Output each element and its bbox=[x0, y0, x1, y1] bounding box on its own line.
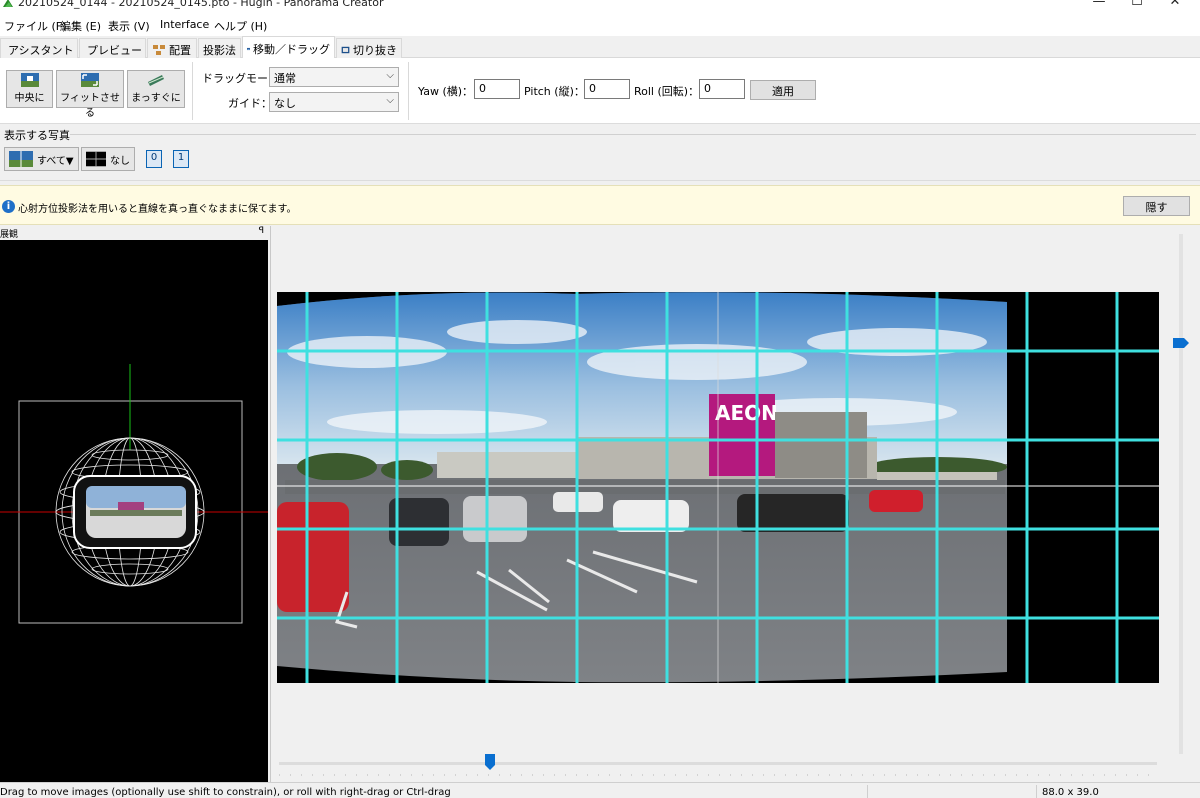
pin-icon[interactable]: ꟼ bbox=[259, 226, 264, 236]
preview-panel: AEON bbox=[270, 226, 1200, 782]
menu-edit[interactable]: 編集 (E) bbox=[60, 18, 101, 34]
image-toggle-1[interactable]: 1 bbox=[173, 150, 189, 168]
show-none-label: なし bbox=[110, 155, 130, 167]
status-separator bbox=[867, 785, 868, 798]
status-dimensions: 88.0 x 39.0 bbox=[1042, 787, 1099, 798]
roll-label: Roll (回転)： bbox=[634, 85, 700, 98]
tab-move-drag-label: 移動／ドラッグ bbox=[253, 43, 330, 56]
panorama-image: AEON bbox=[277, 292, 1159, 683]
horizontal-fov-slider-thumb[interactable] bbox=[484, 754, 495, 770]
pitch-label: Pitch (縦)： bbox=[524, 85, 585, 98]
toolbar-separator bbox=[408, 62, 409, 120]
guide-value: なし bbox=[274, 97, 296, 110]
tab-layout[interactable]: 配置 bbox=[147, 38, 197, 58]
center-icon bbox=[20, 73, 39, 87]
straighten-icon bbox=[148, 75, 164, 86]
fit-icon bbox=[81, 73, 99, 87]
overview-title: 展観 bbox=[0, 230, 19, 240]
drag-mode-select[interactable]: 通常 ⌵ bbox=[269, 67, 399, 87]
guide-label: ガイド： bbox=[228, 97, 272, 110]
info-message: 心射方位投影法を用いると直線を真っ直ぐなままに保てます。 bbox=[18, 204, 297, 215]
fit-button-label: フィットさせる bbox=[60, 93, 120, 119]
horizontal-fov-slider-track[interactable] bbox=[279, 762, 1157, 765]
yaw-input[interactable]: 0 bbox=[474, 79, 520, 99]
tab-crop[interactable]: 切り抜き bbox=[336, 38, 402, 58]
tab-assistant[interactable]: アシスタント bbox=[0, 38, 78, 58]
hide-button[interactable]: 隠す bbox=[1123, 196, 1190, 216]
menu-view[interactable]: 表示 (V) bbox=[108, 18, 150, 34]
image-toggle-0[interactable]: 0 bbox=[146, 150, 162, 168]
overview-header: 展観 ꟼ bbox=[0, 226, 268, 240]
toolbar-separator bbox=[192, 62, 193, 120]
yaw-label: Yaw (横)： bbox=[418, 85, 474, 98]
panorama-canvas[interactable]: AEON bbox=[277, 292, 1159, 683]
straighten-button[interactable]: まっすぐに bbox=[127, 70, 185, 108]
drag-mode-value: 通常 bbox=[274, 72, 296, 85]
window-title: 20210524_0144 - 20210524_0145.pto - Hugi… bbox=[18, 0, 384, 9]
tab-layout-label: 配置 bbox=[169, 43, 191, 57]
title-bar: 20210524_0144 - 20210524_0145.pto - Hugi… bbox=[0, 0, 1200, 14]
guide-select[interactable]: なし ⌵ bbox=[269, 92, 399, 112]
menu-file[interactable]: ファイル (F) bbox=[4, 18, 66, 34]
status-message: Drag to move images (optionally use shif… bbox=[0, 787, 451, 798]
layout-icon bbox=[153, 44, 165, 55]
menu-bar: ファイル (F) 編集 (E) 表示 (V) Interface ヘルプ (H) bbox=[0, 14, 1200, 36]
tab-move-drag[interactable]: 移動／ドラッグ bbox=[242, 36, 335, 59]
slider-ticks bbox=[279, 774, 1157, 776]
center-button[interactable]: 中央に bbox=[6, 70, 53, 108]
apply-button[interactable]: 適用 bbox=[750, 80, 816, 100]
move-drag-toolbar: 中央に フィットさせる まっすぐに ドラッグモード： 通常 ⌵ ガイド： なし … bbox=[0, 58, 1200, 124]
pitch-input[interactable]: 0 bbox=[584, 79, 630, 99]
tab-assistant-label: アシスタント bbox=[8, 43, 74, 57]
show-all-button[interactable]: すべて▼ bbox=[4, 147, 79, 171]
shown-photos-label: 表示する写真 bbox=[4, 129, 70, 142]
show-none-icon bbox=[86, 151, 106, 167]
move-drag-icon bbox=[247, 47, 250, 51]
tab-preview[interactable]: プレビュー bbox=[79, 38, 146, 58]
status-separator bbox=[1036, 785, 1037, 798]
tab-strip: アシスタント プレビュー 配置 投影法 移動／ドラッグ 切り抜き bbox=[0, 36, 1200, 59]
vertical-fov-slider-thumb[interactable] bbox=[1173, 338, 1189, 348]
overview-pane: 展観 ꟼ bbox=[0, 226, 268, 782]
aeon-sign: AEON bbox=[715, 401, 778, 425]
overview-sphere-view[interactable] bbox=[0, 240, 268, 782]
tab-projection[interactable]: 投影法 bbox=[198, 38, 241, 58]
crop-icon bbox=[341, 46, 350, 53]
shown-photos-panel: 表示する写真 すべて▼ なし 0 1 bbox=[0, 124, 1200, 181]
status-bar: Drag to move images (optionally use shif… bbox=[0, 782, 1200, 798]
hugin-app-icon bbox=[3, 0, 13, 7]
center-button-label: 中央に bbox=[14, 93, 45, 104]
vertical-fov-slider-track[interactable] bbox=[1179, 234, 1183, 754]
show-all-icon bbox=[9, 151, 33, 167]
show-all-label: すべて▼ bbox=[37, 155, 74, 167]
tab-projection-label: 投影法 bbox=[203, 43, 236, 57]
roll-input[interactable]: 0 bbox=[699, 79, 745, 99]
menu-interface[interactable]: Interface bbox=[160, 18, 209, 31]
menu-help[interactable]: ヘルプ (H) bbox=[214, 18, 267, 34]
chevron-down-icon: ⌵ bbox=[386, 95, 394, 106]
show-none-button[interactable]: なし bbox=[81, 147, 135, 171]
chevron-down-icon: ⌵ bbox=[386, 70, 394, 81]
info-icon: i bbox=[2, 200, 15, 213]
straighten-button-label: まっすぐに bbox=[131, 93, 181, 104]
info-bar: i 心射方位投影法を用いると直線を真っ直ぐなままに保てます。 隠す bbox=[0, 185, 1200, 225]
section-divider bbox=[70, 134, 1196, 135]
fit-button[interactable]: フィットさせる bbox=[56, 70, 124, 119]
tab-preview-label: プレビュー bbox=[87, 43, 142, 57]
tab-crop-label: 切り抜き bbox=[353, 43, 397, 57]
close-button[interactable]: ✕ bbox=[1152, 0, 1198, 12]
